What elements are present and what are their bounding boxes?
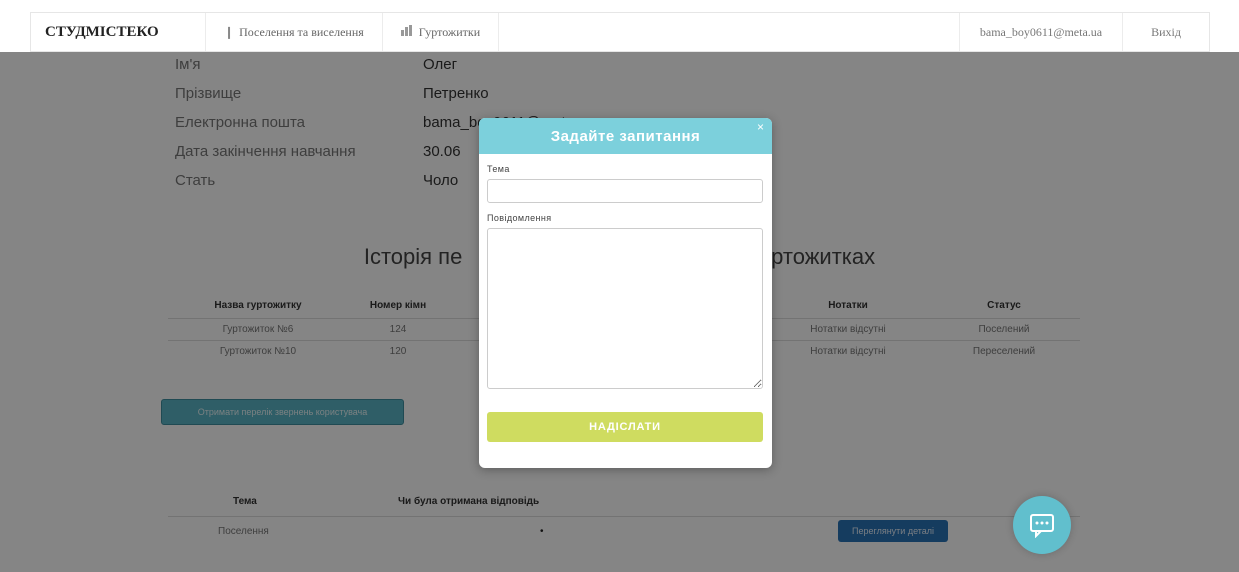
message-label: Повідомлення — [487, 213, 552, 223]
subject-label: Тема — [487, 164, 510, 174]
nav-item-settlement[interactable]: ❙ Поселення та виселення — [206, 13, 383, 51]
chat-button[interactable] — [1013, 496, 1071, 554]
brand-logo[interactable]: СТУДМІСТЕКО — [31, 13, 206, 51]
user-email[interactable]: bama_boy0611@meta.ua — [958, 13, 1124, 51]
building-icon — [400, 24, 414, 40]
close-icon[interactable]: × — [757, 120, 764, 134]
nav-item-label: Гуртожитки — [418, 24, 481, 39]
nav-item-dormitories[interactable]: Гуртожитки — [383, 13, 500, 51]
modal-title: Задайте запитання — [550, 127, 701, 145]
subject-input[interactable] — [487, 179, 763, 203]
modal-header: Задайте запитання × — [479, 118, 772, 154]
pin-icon: ❙ — [224, 24, 235, 39]
chat-icon — [1030, 514, 1054, 538]
send-button[interactable]: НАДІСЛАТИ — [487, 412, 763, 442]
message-textarea[interactable] — [487, 228, 763, 389]
nav-item-label: Поселення та виселення — [239, 24, 364, 39]
ask-question-modal: Задайте запитання × Тема Повідомлення НА… — [479, 118, 772, 468]
logout-link[interactable]: Вихід — [1123, 13, 1209, 51]
top-navbar: СТУДМІСТЕКО ❙ Поселення та виселення Гур… — [30, 12, 1210, 52]
modal-body: Тема Повідомлення НАДІСЛАТИ — [479, 164, 772, 442]
